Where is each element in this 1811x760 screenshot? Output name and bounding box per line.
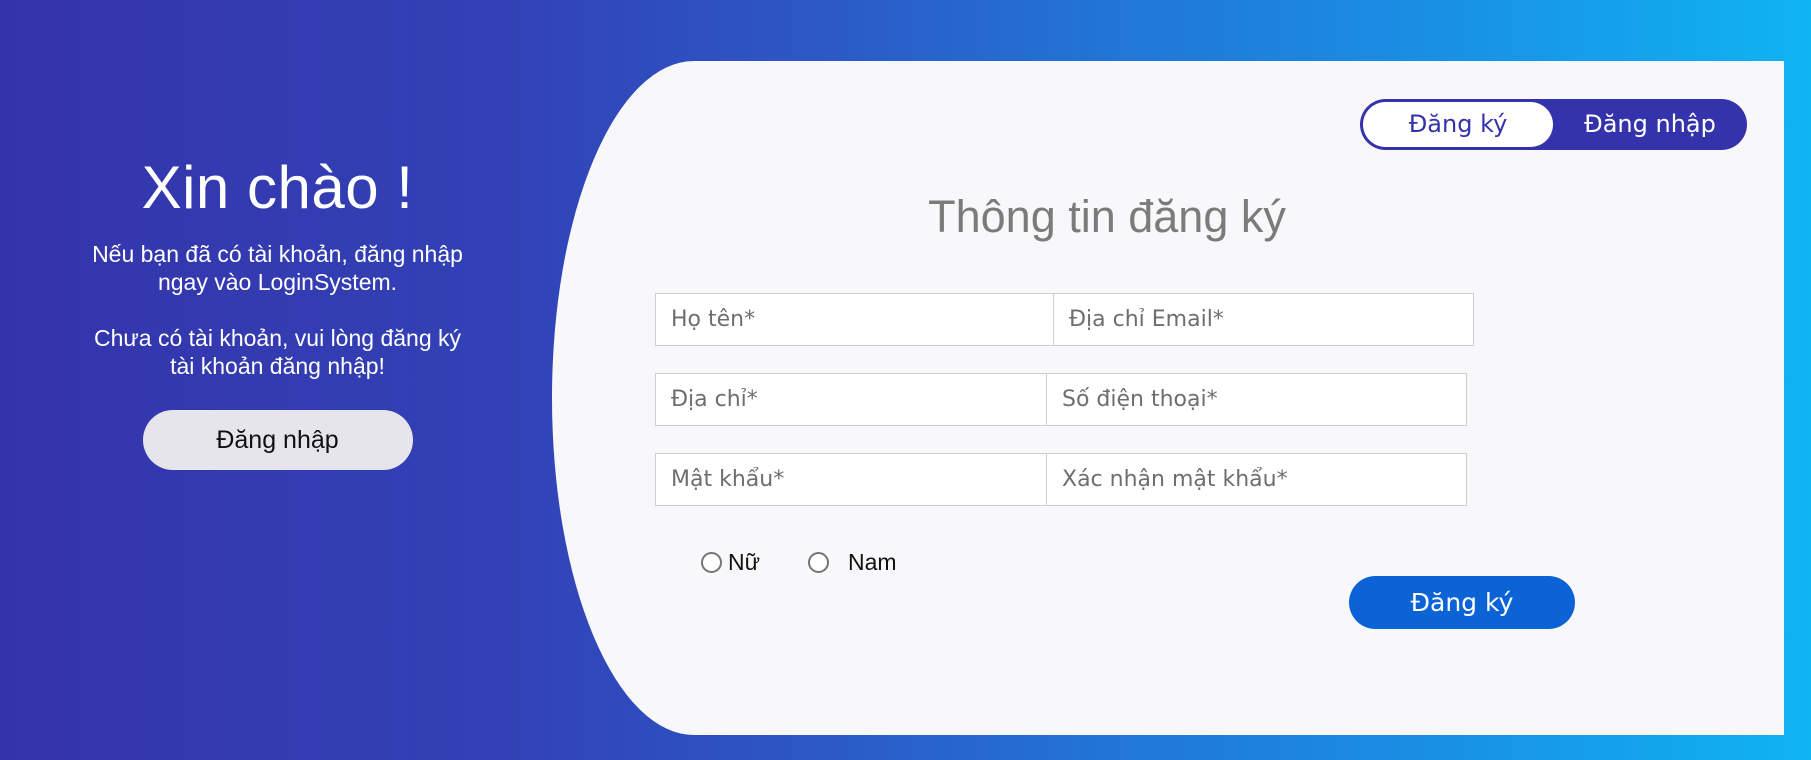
confirm-password-field[interactable] — [1046, 453, 1467, 506]
gender-male-radio[interactable] — [808, 551, 830, 573]
gender-female-radio[interactable] — [701, 551, 722, 573]
toggle-login-tab[interactable]: Đăng nhập — [1555, 102, 1745, 147]
welcome-panel: Xin chào ! Nếu bạn đã có tài khoản, đăng… — [90, 150, 465, 470]
welcome-login-button[interactable]: Đăng nhập — [142, 410, 413, 470]
password-field[interactable] — [655, 453, 1076, 506]
auth-mode-toggle: Đăng ký Đăng nhập — [1360, 99, 1747, 150]
gender-female-label[interactable]: Nữ — [728, 549, 760, 576]
welcome-login-message: Nếu bạn đã có tài khoản, đăng nhập ngay … — [92, 241, 463, 295]
full-name-field[interactable] — [655, 293, 1076, 346]
address-field[interactable] — [655, 373, 1076, 426]
gender-radio-group: Nữ Nam — [701, 547, 897, 577]
email-field[interactable] — [1053, 293, 1474, 346]
welcome-register-message: Chưa có tài khoản, vui lòng đăng ký tài … — [93, 325, 461, 379]
welcome-title: Xin chào ! — [141, 154, 414, 221]
register-submit-button[interactable]: Đăng ký — [1349, 576, 1575, 629]
toggle-register-tab[interactable]: Đăng ký — [1363, 102, 1553, 147]
phone-field[interactable] — [1046, 373, 1467, 426]
gender-male-label[interactable]: Nam — [848, 549, 897, 576]
form-title: Thông tin đăng ký — [928, 191, 1286, 242]
register-card: Đăng ký Đăng nhập Thông tin đăng ký — [552, 61, 1784, 735]
